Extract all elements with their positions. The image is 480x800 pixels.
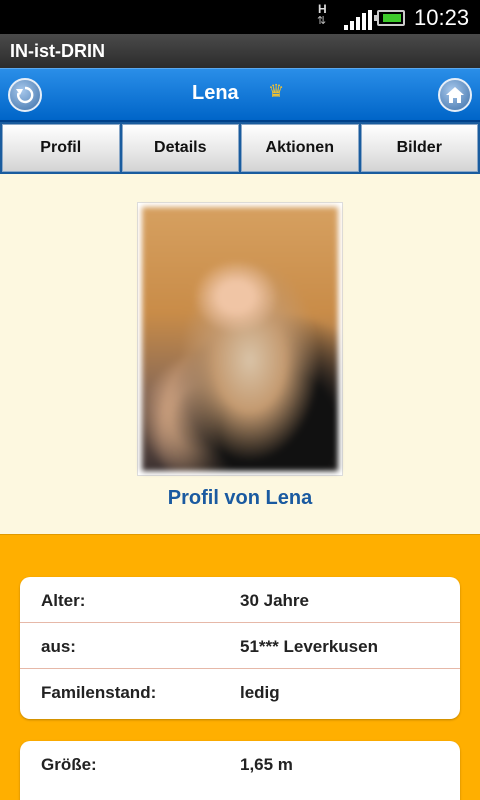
back-icon <box>16 86 34 104</box>
detail-row-location: aus: 51*** Leverkusen <box>20 623 460 669</box>
home-button[interactable] <box>438 78 472 112</box>
status-bar: H ⇅ 10:23 <box>0 0 480 34</box>
network-type-label: H <box>318 2 327 16</box>
crown-icon: ♛ <box>268 81 285 101</box>
detail-label: Familenstand: <box>41 683 157 702</box>
details-section: Alter: 30 Jahre aus: 51*** Leverkusen Fa… <box>0 534 480 800</box>
detail-value: 1,65 m <box>240 755 293 774</box>
app-title: IN-ist-DRIN <box>10 41 105 61</box>
app-title-bar: IN-ist-DRIN <box>0 34 480 68</box>
detail-label: Größe: <box>41 755 97 774</box>
home-icon <box>446 87 464 103</box>
signal-bars-icon <box>344 10 372 30</box>
profile-name: Lena <box>192 82 239 104</box>
tab-details[interactable]: Details <box>121 124 239 172</box>
tab-profil[interactable]: Profil <box>2 124 120 172</box>
detail-value: 51*** Leverkusen <box>240 637 378 656</box>
battery-icon <box>374 10 405 26</box>
detail-value: ledig <box>240 683 280 702</box>
detail-row-height: Größe: 1,65 m <box>20 741 460 787</box>
profile-photo-image <box>142 207 338 471</box>
detail-row-marital-status: Familenstand: ledig <box>20 669 460 715</box>
detail-value: 30 Jahre <box>240 591 309 610</box>
tab-aktionen[interactable]: Aktionen <box>241 124 359 172</box>
profile-photo[interactable] <box>137 202 343 476</box>
tab-bilder[interactable]: Bilder <box>360 124 478 172</box>
details-card: Alter: 30 Jahre aus: 51*** Leverkusen Fa… <box>20 577 460 719</box>
profile-header: Lena ♛ <box>0 68 480 122</box>
detail-label: aus: <box>41 637 76 656</box>
back-button[interactable] <box>8 78 42 112</box>
profile-section: Profil von Lena <box>0 174 480 534</box>
detail-row-age: Alter: 30 Jahre <box>20 577 460 623</box>
tab-bar: Profil Details Aktionen Bilder <box>0 122 480 174</box>
data-arrows-icon: ⇅ <box>317 15 327 27</box>
detail-label: Alter: <box>41 591 86 610</box>
clock: 10:23 <box>414 5 470 30</box>
profile-caption[interactable]: Profil von Lena <box>0 487 480 510</box>
details-card: Größe: 1,65 m <box>20 741 460 800</box>
